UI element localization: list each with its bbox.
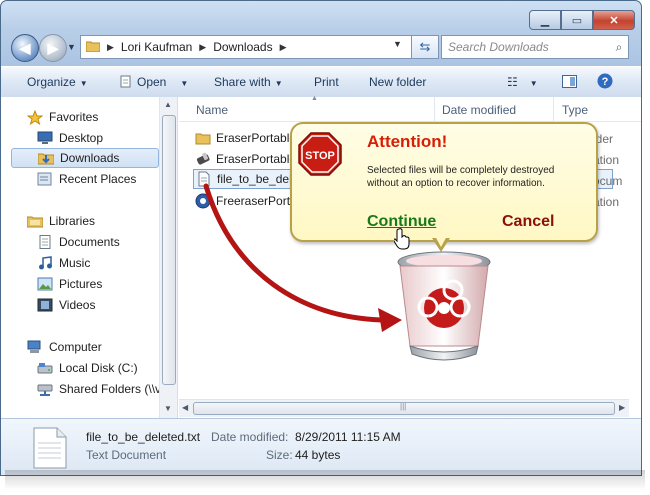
callout-tail-inner bbox=[435, 236, 447, 247]
stop-sign-label: STOP bbox=[305, 150, 335, 162]
cancel-button[interactable]: Cancel bbox=[502, 213, 554, 231]
drag-arrow-icon bbox=[203, 183, 402, 332]
stop-sign-icon: STOP bbox=[298, 132, 342, 176]
dialog-message: Selected files will be completely destro… bbox=[367, 165, 555, 189]
biohazard-trash-icon bbox=[397, 251, 491, 361]
hand-cursor-icon bbox=[394, 228, 410, 250]
dialog-title: Attention! bbox=[367, 132, 448, 151]
